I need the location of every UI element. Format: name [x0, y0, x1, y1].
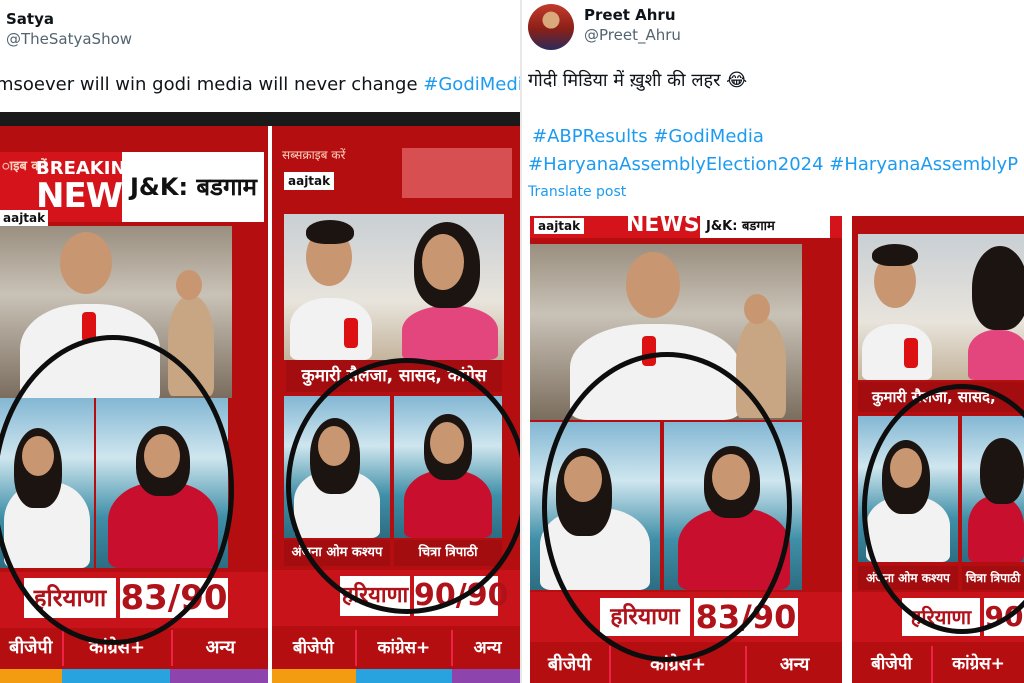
party-congress-2: कांग्रेस+	[357, 630, 454, 666]
interviewee-hair	[306, 220, 354, 244]
news-label-3: NEWS	[626, 216, 700, 237]
party-row-2: बीजेपी कांग्रेस+ अन्य	[272, 630, 522, 666]
highlight-circle-3	[542, 352, 792, 662]
right-hashtags-line1[interactable]: #ABPResults #GodiMedia	[532, 126, 764, 147]
channel-logo-2: aajtak	[284, 172, 335, 190]
reporter-4	[968, 330, 1024, 380]
mic-icon-4	[904, 338, 918, 368]
left-handle[interactable]: @TheSatyaShow	[6, 30, 132, 48]
bystander-3-head	[744, 294, 770, 324]
party-bjp-4: बीजेपी	[852, 646, 934, 683]
interviewee	[290, 298, 372, 360]
subscribe-label: सब्सक्राइब करें	[282, 148, 346, 162]
breaking-news-block: ाइब करें BREAKING NEWS aajtak	[0, 152, 147, 226]
congress-bar-2	[356, 669, 452, 683]
headline-banner: J&K: बडगाम	[122, 152, 264, 222]
party-congress-4: कांग्रेस+	[952, 654, 1005, 674]
party-bjp-2: बीजेपी	[272, 630, 357, 666]
highlight-circle-2	[286, 358, 522, 614]
blurred-banner	[402, 148, 512, 198]
party-others: अन्य	[205, 637, 236, 658]
party-row-4: बीजेपी कांग्रेस+	[852, 646, 1024, 683]
others-bar-2	[452, 669, 522, 683]
channel-logo: aajtak	[0, 210, 49, 226]
bjp-bar-2	[272, 669, 356, 683]
bjp-bar	[0, 669, 62, 683]
highlight-circle-1	[0, 335, 234, 645]
right-hashtags-line2[interactable]: #HaryanaAssemblyElection2024 #HaryanaAss…	[528, 154, 1018, 175]
left-post-header: Satya @TheSatyaShow	[6, 10, 132, 48]
embedded-screenshot-top-edge	[0, 112, 522, 126]
left-post: Satya @TheSatyaShow msoever will win god…	[0, 0, 522, 683]
party-others-2: अन्य	[473, 638, 502, 658]
headline-banner-3: J&K: बडगाम	[700, 216, 830, 238]
party-others-3: अन्य	[779, 654, 810, 675]
right-post: Preet Ahru @Preet_Ahru गोदी मिडिया में ख…	[522, 0, 1024, 683]
left-post-text: msoever will win godi media will never c…	[0, 74, 522, 95]
left-display-name[interactable]: Satya	[6, 10, 132, 28]
interview-video-4	[858, 234, 1024, 380]
left-hashtag-godimedia[interactable]: #GodiMedia	[423, 74, 522, 95]
right-post-header: Preet Ahru @Preet_Ahru	[584, 6, 681, 44]
reporter	[402, 306, 498, 360]
party-bjp: बीजेपी	[0, 630, 64, 666]
congress-bar	[62, 669, 170, 683]
right-display-name[interactable]: Preet Ahru	[584, 6, 681, 24]
left-post-body: msoever will win godi media will never c…	[0, 74, 418, 95]
spokesperson-head	[60, 232, 112, 294]
party-bjp-3: बीजेपी	[530, 646, 611, 683]
channel-logo-3: aajtak	[534, 218, 585, 234]
bystander-head	[176, 270, 202, 300]
reporter-head	[422, 234, 464, 290]
interview-video	[284, 214, 504, 360]
reporter-4-hair	[972, 246, 1024, 330]
interviewee-4-hair	[872, 244, 918, 266]
translate-post-link[interactable]: Translate post	[528, 184, 626, 200]
interviewee-4	[862, 324, 932, 380]
spokesperson-3-head	[626, 252, 680, 318]
right-handle[interactable]: @Preet_Ahru	[584, 26, 681, 44]
mic-icon-2	[344, 318, 358, 348]
others-bar	[170, 669, 268, 683]
avatar[interactable]	[528, 4, 574, 50]
right-post-text: गोदी मिडिया में ख़ुशी की लहर 😂	[528, 70, 748, 91]
header-strip: aajtak NEWS J&K: बडगाम	[530, 216, 842, 238]
